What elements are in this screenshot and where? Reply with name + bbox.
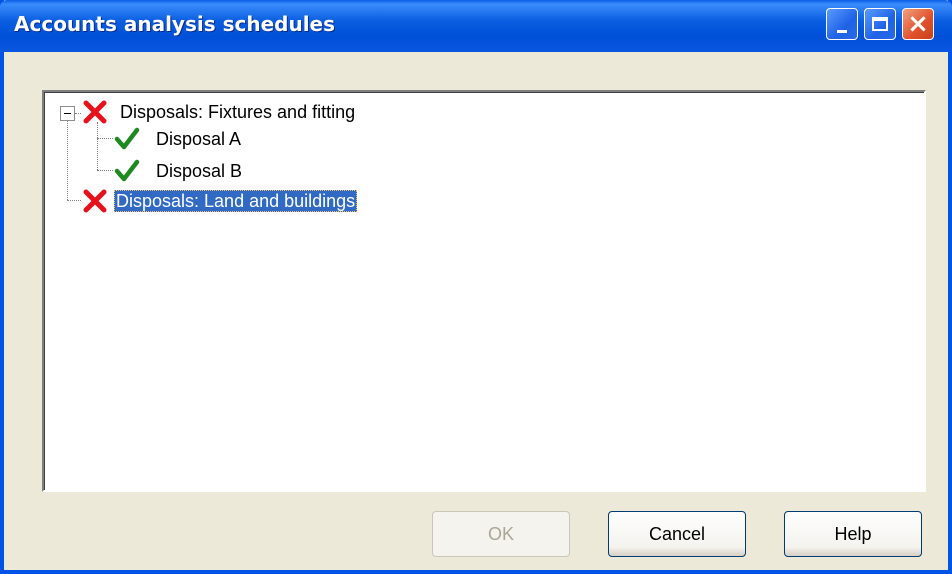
red-x-icon [83, 189, 107, 213]
tree-node[interactable]: Disposal A [114, 126, 294, 154]
title-bar[interactable]: Accounts analysis schedules × [0, 0, 952, 52]
tree-line [67, 200, 81, 201]
tree-node-label: Disposals: Land and buildings [114, 190, 358, 212]
close-icon: × [907, 9, 929, 39]
maximize-icon [872, 17, 888, 31]
cancel-button[interactable]: Cancel [608, 511, 746, 557]
window-title: Accounts analysis schedules [14, 12, 336, 36]
minimize-button[interactable] [826, 8, 858, 40]
green-check-icon [114, 159, 140, 182]
collapse-toggle-icon[interactable] [60, 106, 75, 121]
tree-line [97, 170, 113, 171]
red-x-icon [83, 100, 107, 124]
tree-node-label: Disposal B [156, 161, 243, 181]
tree-line [97, 138, 113, 139]
maximize-button[interactable] [864, 8, 896, 40]
help-button[interactable]: Help [784, 511, 922, 557]
schedule-tree[interactable]: Disposals: Fixtures and fitting Disposal… [42, 90, 926, 492]
tree-node[interactable]: Disposal B [114, 158, 294, 186]
tree-node[interactable]: Disposals: Fixtures and fitting [82, 99, 442, 127]
tree-node-label: Disposals: Fixtures and fitting [120, 102, 356, 122]
ok-button[interactable]: OK [432, 511, 570, 557]
tree-line [97, 122, 98, 170]
tree-line [67, 121, 68, 200]
tree-node[interactable]: Disposals: Land and buildings [82, 188, 442, 216]
minimize-icon [837, 29, 847, 33]
tree-line [75, 113, 81, 114]
tree-node-label: Disposal A [156, 129, 242, 149]
accounts-analysis-dialog: Accounts analysis schedules × Disposals:… [0, 0, 952, 574]
close-button[interactable]: × [902, 8, 934, 40]
green-check-icon [114, 127, 140, 150]
